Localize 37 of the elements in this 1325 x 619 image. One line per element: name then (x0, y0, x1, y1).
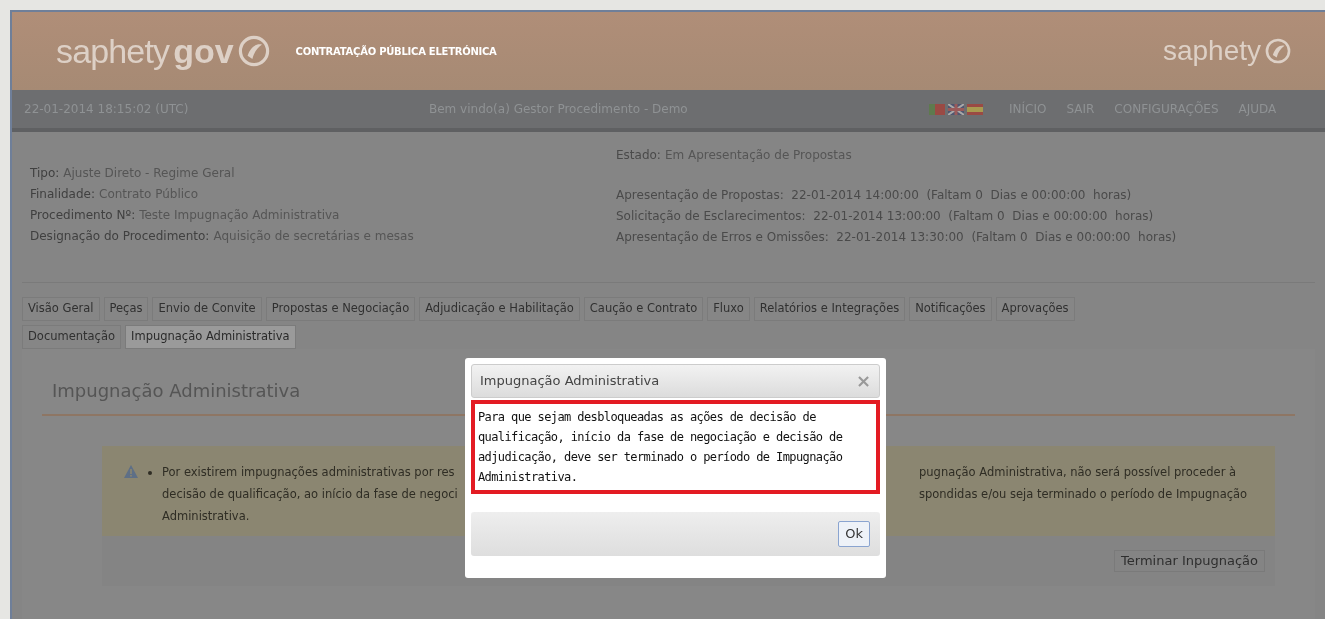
warning-icon (124, 465, 138, 478)
warning-text: Administrativa. (162, 508, 251, 525)
bullet-icon (148, 471, 152, 475)
deadline-text: Apresentação de Erros e Omissões: 22-01-2014 13:30:00 (Faltam 0 Dias e 00:00:00 horas) (616, 229, 1177, 246)
tab[interactable]: Fluxo (707, 297, 750, 321)
tab[interactable]: Propostas e Negociação (265, 297, 416, 321)
tab[interactable]: Envio de Convite (152, 297, 262, 321)
tab[interactable]: Aprovações (995, 297, 1075, 321)
deadline-text: Apresentação de Propostas: 22-01-2014 14:00:00 (Faltam 0 Dias e 00:00:00 horas) (616, 187, 1133, 204)
site-subtitle: CONTRATAÇÃO PÚBLICA ELETRÓNICA (295, 44, 497, 59)
logo-text: saphety (1162, 37, 1261, 65)
logo-icon (237, 35, 270, 67)
logo-text: saphety (56, 34, 170, 68)
warning-text: spondidas e/ou seja terminado o período de Impugnação (919, 486, 1248, 503)
flag-icon[interactable] (929, 103, 945, 115)
tab[interactable]: Documentação (22, 325, 122, 349)
field-label: Tipo: (30, 165, 60, 182)
flag-icon[interactable] (948, 103, 964, 115)
field-label: Procedimento Nº: (30, 207, 136, 224)
tab[interactable]: Impugnação Administrativa (125, 325, 296, 349)
tab[interactable]: Peças (103, 297, 149, 321)
deadline-text: Solicitação de Esclarecimentos: 22-01-2014 13:00:00 (Faltam 0 Dias e 00:00:00 horas) (616, 208, 1155, 225)
flag-icon[interactable] (967, 103, 983, 115)
tab[interactable]: Notificações (909, 297, 992, 321)
field-label: Estado: (616, 147, 661, 164)
logo-icon (1265, 38, 1291, 64)
tab[interactable]: Adjudicação e Habilitação (419, 297, 580, 321)
end-button[interactable]: Terminar Inpugnação (1114, 550, 1265, 572)
logo-text: gov (173, 34, 234, 68)
field-label: Finalidade: (30, 186, 95, 203)
ok-button[interactable]: Ok (838, 521, 870, 547)
tab[interactable]: Caução e Contrato (583, 297, 704, 321)
tab[interactable]: Visão Geral (22, 297, 100, 321)
tab[interactable]: Relatórios e Integrações (753, 297, 906, 321)
field-label: Designação do Procedimento: (30, 228, 210, 245)
warning-text: decisão de qualificação, ao início da fase de negoci (162, 486, 459, 503)
warning-text: pugnação Administrativa, não será possível proceder à (919, 464, 1238, 481)
